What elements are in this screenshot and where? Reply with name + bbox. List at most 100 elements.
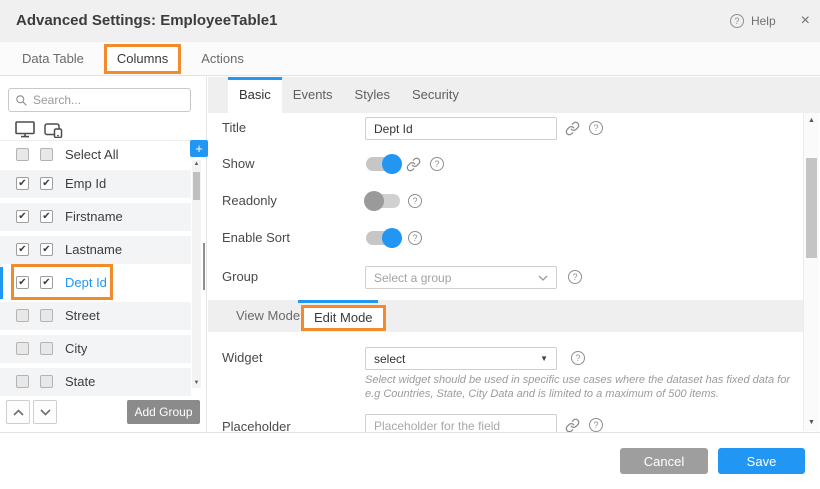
help-icon[interactable]: ? bbox=[408, 194, 422, 208]
select-all-mobile-checkbox[interactable] bbox=[40, 148, 53, 161]
divider bbox=[0, 140, 191, 141]
column-row-city[interactable]: City bbox=[0, 335, 191, 363]
select-all-label: Select All bbox=[65, 147, 118, 163]
chevron-down-icon bbox=[538, 275, 548, 281]
chevron-up-icon bbox=[13, 409, 24, 416]
help-label[interactable]: Help bbox=[751, 14, 776, 28]
scroll-up-icon[interactable]: ▲ bbox=[192, 160, 201, 169]
settings-tab-bar: Basic Events Styles Security bbox=[208, 77, 820, 113]
mobile-checkbox[interactable]: ✔ bbox=[40, 243, 53, 256]
tab-view-mode[interactable]: View Mode bbox=[236, 300, 300, 332]
help-icon[interactable]: ? bbox=[568, 270, 582, 284]
settings-panel-scrollbar[interactable]: ▲ ▼ bbox=[803, 113, 819, 431]
column-label: Firstname bbox=[65, 209, 123, 225]
group-select-placeholder: Select a group bbox=[374, 271, 538, 285]
column-label: Street bbox=[65, 308, 100, 324]
help-icon[interactable]: ? bbox=[589, 121, 603, 135]
advanced-settings-dialog: Advanced Settings: EmployeeTable1 ? Help… bbox=[0, 0, 820, 489]
column-row-state[interactable]: State bbox=[0, 368, 191, 396]
dropdown-arrow-icon: ▼ bbox=[540, 354, 548, 363]
toggle-knob bbox=[364, 191, 384, 211]
tab-events[interactable]: Events bbox=[282, 77, 344, 113]
dialog-footer: Cancel Save bbox=[0, 432, 820, 489]
bind-link-icon[interactable] bbox=[565, 121, 580, 136]
move-column-down-button[interactable] bbox=[33, 400, 57, 424]
column-row-lastname[interactable]: ✔ ✔ Lastname bbox=[0, 236, 191, 264]
close-icon[interactable]: × bbox=[801, 14, 810, 28]
help-icon[interactable]: ? bbox=[408, 231, 422, 245]
column-row-dept-id[interactable]: ✔ ✔ Dept Id bbox=[0, 269, 191, 297]
add-column-button[interactable]: + bbox=[190, 140, 208, 157]
enable-sort-field-label: Enable Sort bbox=[222, 230, 290, 246]
widget-select-value: select bbox=[374, 352, 540, 366]
mobile-checkbox[interactable]: ✔ bbox=[40, 210, 53, 223]
mobile-checkbox[interactable] bbox=[40, 342, 53, 355]
dialog-header: Advanced Settings: EmployeeTable1 ? Help… bbox=[0, 0, 820, 42]
tab-actions[interactable]: Actions bbox=[185, 42, 260, 75]
select-all-row: Select All bbox=[0, 142, 191, 168]
desktop-icon[interactable] bbox=[15, 121, 35, 138]
column-label: Emp Id bbox=[65, 176, 106, 192]
tab-security[interactable]: Security bbox=[401, 77, 470, 113]
sidebar-overlay-scrollbar-thumb[interactable] bbox=[203, 243, 205, 290]
chevron-down-icon bbox=[40, 409, 51, 416]
column-label: Dept Id bbox=[65, 275, 107, 291]
desktop-checkbox[interactable]: ✔ bbox=[16, 243, 29, 256]
desktop-checkbox[interactable] bbox=[16, 375, 29, 388]
help-icon[interactable]: ? bbox=[730, 14, 744, 28]
scroll-down-icon[interactable]: ▼ bbox=[804, 417, 819, 429]
columns-sidebar: Select All + ✔ ✔ Emp Id ✔ ✔ Firstname ✔ … bbox=[0, 77, 207, 432]
readonly-toggle[interactable] bbox=[364, 191, 402, 211]
group-select[interactable]: Select a group bbox=[365, 266, 557, 289]
tab-basic[interactable]: Basic bbox=[228, 77, 282, 113]
tab-columns[interactable]: Columns bbox=[104, 44, 181, 74]
desktop-checkbox[interactable] bbox=[16, 309, 29, 322]
column-label: Lastname bbox=[65, 242, 122, 258]
bind-link-icon[interactable] bbox=[406, 157, 421, 172]
tab-styles[interactable]: Styles bbox=[344, 77, 401, 113]
mobile-checkbox[interactable] bbox=[40, 375, 53, 388]
save-button[interactable]: Save bbox=[718, 448, 805, 474]
title-input[interactable] bbox=[365, 117, 557, 140]
group-field-label: Group bbox=[222, 269, 258, 285]
bind-link-icon[interactable] bbox=[565, 418, 580, 432]
scroll-up-icon[interactable]: ▲ bbox=[804, 115, 819, 127]
help-icon[interactable]: ? bbox=[430, 157, 444, 171]
top-tab-bar: Data Table Columns Actions bbox=[0, 42, 820, 76]
mobile-tablet-icon[interactable] bbox=[44, 121, 63, 138]
column-row-emp-id[interactable]: ✔ ✔ Emp Id bbox=[0, 170, 191, 198]
toggle-knob bbox=[382, 228, 402, 248]
move-column-up-button[interactable] bbox=[6, 400, 30, 424]
desktop-checkbox[interactable]: ✔ bbox=[16, 177, 29, 190]
column-row-street[interactable]: Street bbox=[0, 302, 191, 330]
widget-field-label: Widget bbox=[222, 350, 262, 366]
show-toggle[interactable] bbox=[364, 154, 402, 174]
mobile-checkbox[interactable]: ✔ bbox=[40, 177, 53, 190]
search-input[interactable] bbox=[33, 93, 184, 107]
tab-data-table[interactable]: Data Table bbox=[6, 42, 100, 75]
desktop-checkbox[interactable]: ✔ bbox=[16, 210, 29, 223]
desktop-checkbox[interactable] bbox=[16, 342, 29, 355]
column-label: City bbox=[65, 341, 87, 357]
scrollbar-thumb[interactable] bbox=[193, 172, 200, 200]
mode-tab-bar: View Mode Edit Mode bbox=[208, 300, 803, 332]
tab-edit-mode[interactable]: Edit Mode bbox=[301, 305, 386, 331]
widget-select[interactable]: select ▼ bbox=[365, 347, 557, 370]
column-row-firstname[interactable]: ✔ ✔ Firstname bbox=[0, 203, 191, 231]
select-all-desktop-checkbox[interactable] bbox=[16, 148, 29, 161]
mobile-checkbox[interactable] bbox=[40, 309, 53, 322]
help-icon[interactable]: ? bbox=[589, 418, 603, 432]
help-icon[interactable]: ? bbox=[571, 351, 585, 365]
column-list-scrollbar[interactable]: ▲ ▼ bbox=[192, 160, 201, 388]
mobile-checkbox[interactable]: ✔ bbox=[40, 276, 53, 289]
scroll-down-icon[interactable]: ▼ bbox=[192, 379, 201, 388]
placeholder-input[interactable] bbox=[365, 414, 557, 432]
enable-sort-toggle[interactable] bbox=[364, 228, 402, 248]
cancel-button[interactable]: Cancel bbox=[620, 448, 708, 474]
add-group-button[interactable]: Add Group bbox=[127, 400, 200, 424]
desktop-checkbox[interactable]: ✔ bbox=[16, 276, 29, 289]
widget-help-text: Select widget should be used in specific… bbox=[365, 373, 801, 401]
scrollbar-thumb[interactable] bbox=[806, 158, 817, 258]
search-box[interactable] bbox=[8, 88, 191, 112]
toggle-knob bbox=[382, 154, 402, 174]
